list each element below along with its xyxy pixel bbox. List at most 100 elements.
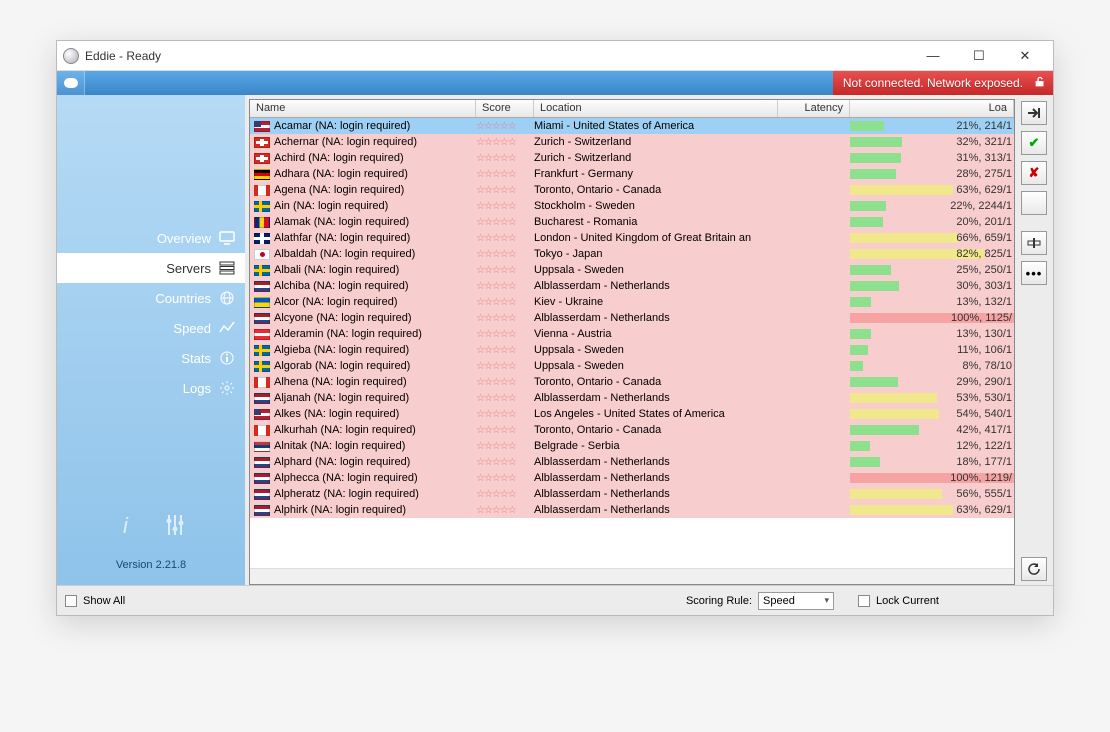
- table-row[interactable]: Ain (NA: login required)☆☆☆☆☆Stockholm -…: [250, 198, 1014, 214]
- table-body[interactable]: Acamar (NA: login required)☆☆☆☆☆Miami - …: [250, 118, 1014, 568]
- table-row[interactable]: Alcor (NA: login required)☆☆☆☆☆Kiev - Uk…: [250, 294, 1014, 310]
- server-name: Achernar (NA: login required): [274, 136, 417, 148]
- table-row[interactable]: Alphecca (NA: login required)☆☆☆☆☆Alblas…: [250, 470, 1014, 486]
- score-stars: ☆☆☆☆☆: [476, 137, 534, 148]
- score-stars: ☆☆☆☆☆: [476, 329, 534, 340]
- load-text: 66%, 659/1: [956, 232, 1014, 244]
- table-row[interactable]: Alphard (NA: login required)☆☆☆☆☆Alblass…: [250, 454, 1014, 470]
- flag-icon: [254, 409, 270, 420]
- table-row[interactable]: Albali (NA: login required)☆☆☆☆☆Uppsala …: [250, 262, 1014, 278]
- load-text: 18%, 177/1: [956, 456, 1014, 468]
- load-text: 8%, 78/10: [962, 360, 1014, 372]
- server-location: Toronto, Ontario - Canada: [534, 184, 778, 196]
- server-location: Kiev - Ukraine: [534, 296, 778, 308]
- unlock-icon: [1033, 75, 1047, 89]
- server-location: Alblasserdam - Netherlands: [534, 456, 778, 468]
- flag-icon: [254, 473, 270, 484]
- allow-button[interactable]: ✔: [1021, 131, 1047, 155]
- col-score[interactable]: Score: [476, 100, 534, 117]
- server-location: Alblasserdam - Netherlands: [534, 280, 778, 292]
- load-text: 25%, 250/1: [956, 264, 1014, 276]
- speed-icon: [219, 320, 235, 336]
- sidebar-item-overview[interactable]: Overview: [57, 223, 245, 253]
- server-name: Alathfar (NA: login required): [274, 232, 410, 244]
- server-name: Alphirk (NA: login required): [274, 504, 406, 516]
- table-row[interactable]: Adhara (NA: login required) ☆☆☆☆☆Frankfur…: [250, 166, 1014, 182]
- table-row[interactable]: Alpheratz (NA: login required)☆☆☆☆☆Albla…: [250, 486, 1014, 502]
- server-name: Algorab (NA: login required): [274, 360, 410, 372]
- sidebar-item-stats[interactable]: Stats: [57, 343, 245, 373]
- load-text: 22%, 2244/1: [950, 200, 1014, 212]
- table-row[interactable]: Alathfar (NA: login required) ☆☆☆☆☆London…: [250, 230, 1014, 246]
- server-location: London - United Kingdom of Great Britain…: [534, 232, 778, 244]
- table-row[interactable]: Alkes (NA: login required)☆☆☆☆☆Los Angel…: [250, 406, 1014, 422]
- table-row[interactable]: Acamar (NA: login required)☆☆☆☆☆Miami - …: [250, 118, 1014, 134]
- table-row[interactable]: Algieba (NA: login required)☆☆☆☆☆Uppsala…: [250, 342, 1014, 358]
- server-name: Alkurhah (NA: login required): [274, 424, 416, 436]
- deny-button[interactable]: ✘: [1021, 161, 1047, 185]
- table-row[interactable]: Alderamin (NA: login required)☆☆☆☆☆Vienn…: [250, 326, 1014, 342]
- table-row[interactable]: Alphirk (NA: login required)☆☆☆☆☆Alblass…: [250, 502, 1014, 518]
- table-row[interactable]: Alkurhah (NA: login required)☆☆☆☆☆Toront…: [250, 422, 1014, 438]
- more-button[interactable]: •••: [1021, 261, 1047, 285]
- rename-button[interactable]: [1021, 231, 1047, 255]
- h-scrollbar[interactable]: [250, 568, 1014, 584]
- server-name: Albali (NA: login required): [274, 264, 399, 276]
- score-stars: ☆☆☆☆☆: [476, 409, 534, 420]
- flag-icon: [254, 265, 270, 276]
- table-row[interactable]: Achernar (NA: login required)☆☆☆☆☆Zurich…: [250, 134, 1014, 150]
- settings-icon[interactable]: [165, 513, 185, 537]
- load-text: 42%, 417/1: [956, 424, 1014, 436]
- scoring-label: Scoring Rule:: [686, 595, 752, 607]
- load-text: 30%, 303/1: [956, 280, 1014, 292]
- server-name: Alkes (NA: login required): [274, 408, 399, 420]
- sidebar-item-logs[interactable]: Logs: [57, 373, 245, 403]
- scoring-select[interactable]: Speed: [758, 592, 834, 610]
- minimize-button[interactable]: —: [911, 42, 955, 70]
- load-text: 82%, 825/1: [956, 248, 1014, 260]
- table-row[interactable]: Agena (NA: login required)☆☆☆☆☆Toronto, …: [250, 182, 1014, 198]
- main-panel: Name Score Location Latency Loa Acamar (…: [245, 95, 1053, 585]
- server-location: Alblasserdam - Netherlands: [534, 504, 778, 516]
- table-row[interactable]: Albaldah (NA: login required)☆☆☆☆☆Tokyo …: [250, 246, 1014, 262]
- table-row[interactable]: Alamak (NA: login required)☆☆☆☆☆Buchares…: [250, 214, 1014, 230]
- score-stars: ☆☆☆☆☆: [476, 233, 534, 244]
- table-row[interactable]: Algorab (NA: login required)☆☆☆☆☆Uppsala…: [250, 358, 1014, 374]
- server-name: Agena (NA: login required): [274, 184, 404, 196]
- table-row[interactable]: Alchiba (NA: login required)☆☆☆☆☆Alblass…: [250, 278, 1014, 294]
- show-all-checkbox[interactable]: [65, 595, 77, 607]
- maximize-button[interactable]: ☐: [957, 42, 1001, 70]
- server-name: Alcor (NA: login required): [274, 296, 398, 308]
- col-load[interactable]: Loa: [850, 100, 1014, 117]
- close-button[interactable]: ✕: [1003, 42, 1047, 70]
- server-name: Adhara (NA: login required): [274, 168, 408, 180]
- server-location: Frankfurt - Germany: [534, 168, 778, 180]
- score-stars: ☆☆☆☆☆: [476, 345, 534, 356]
- connect-button[interactable]: [1021, 101, 1047, 125]
- refresh-button[interactable]: [1021, 557, 1047, 581]
- flag-icon: [254, 137, 270, 148]
- blank-button[interactable]: [1021, 191, 1047, 215]
- col-location[interactable]: Location: [534, 100, 778, 117]
- sidebar-item-speed[interactable]: Speed: [57, 313, 245, 343]
- table-row[interactable]: Alcyone (NA: login required)☆☆☆☆☆Alblass…: [250, 310, 1014, 326]
- table-row[interactable]: Alnitak (NA: login required)☆☆☆☆☆Belgrad…: [250, 438, 1014, 454]
- flag-icon: [254, 169, 270, 180]
- version-label: Version 2.21.8: [57, 559, 245, 571]
- sidebar-item-countries[interactable]: Countries: [57, 283, 245, 313]
- table-row[interactable]: Aljanah (NA: login required)☆☆☆☆☆Alblass…: [250, 390, 1014, 406]
- server-name: Alpheratz (NA: login required): [274, 488, 419, 500]
- info-icon[interactable]: i: [117, 513, 137, 537]
- footer: Show All Scoring Rule: Speed Lock Curren…: [57, 585, 1053, 615]
- sidebar-item-servers[interactable]: Servers: [57, 253, 245, 283]
- col-name[interactable]: Name: [250, 100, 476, 117]
- server-name: Alhena (NA: login required): [274, 376, 407, 388]
- app-window: Eddie - Ready — ☐ ✕ Not connected. Netwo…: [56, 40, 1054, 616]
- table-row[interactable]: Alhena (NA: login required)☆☆☆☆☆Toronto,…: [250, 374, 1014, 390]
- server-location: Bucharest - Romania: [534, 216, 778, 228]
- col-latency[interactable]: Latency: [778, 100, 850, 117]
- table-row[interactable]: Achird (NA: login required)☆☆☆☆☆Zurich -…: [250, 150, 1014, 166]
- lock-current-checkbox[interactable]: [858, 595, 870, 607]
- score-stars: ☆☆☆☆☆: [476, 169, 534, 180]
- load-text: 31%, 313/1: [956, 152, 1014, 164]
